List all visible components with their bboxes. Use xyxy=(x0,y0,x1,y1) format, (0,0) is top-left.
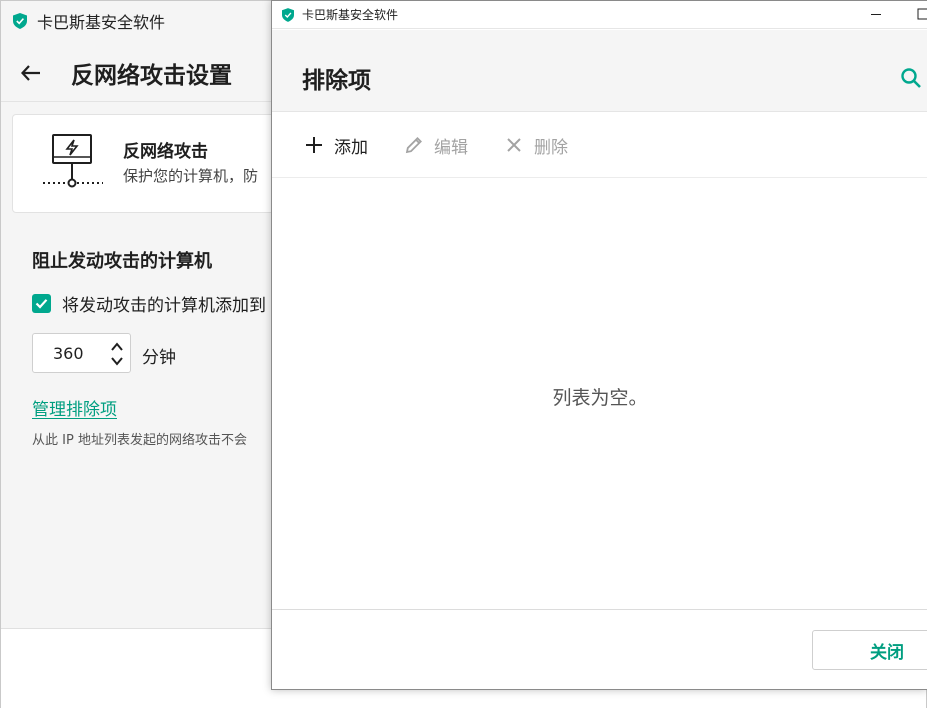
dialog-title: 排除项 xyxy=(302,68,371,94)
shield-check-icon xyxy=(282,7,294,22)
footer-divider xyxy=(272,609,927,610)
monitor-lightning-network-icon xyxy=(43,134,103,188)
dialog-titlebar: 卡巴斯基安全软件 xyxy=(272,1,927,29)
delete-button[interactable]: 删除 xyxy=(504,133,568,158)
checkbox-label: 将发动攻击的计算机添加到 xyxy=(62,296,266,316)
exclusion-note: 从此 IP 地址列表发起的网络攻击不会 xyxy=(32,433,247,448)
x-icon xyxy=(507,138,521,152)
manage-exclusions-link[interactable]: 管理排除项 xyxy=(32,395,117,420)
card-description: 保护您的计算机，防 xyxy=(123,167,259,185)
search-icon[interactable] xyxy=(900,67,922,89)
edit-button[interactable]: 编辑 xyxy=(404,133,468,158)
dialog-toolbar: 添加 编辑 删除 xyxy=(272,113,927,178)
checkmark-icon xyxy=(35,299,48,309)
pencil-icon xyxy=(405,137,422,154)
plus-icon xyxy=(306,137,322,153)
section-title: 阻止发动攻击的计算机 xyxy=(32,251,212,272)
arrow-left-icon[interactable] xyxy=(19,61,43,85)
shield-check-icon xyxy=(13,13,27,29)
delete-label: 删除 xyxy=(534,137,568,158)
chevron-up-down-icon[interactable] xyxy=(110,340,124,368)
maximize-icon[interactable] xyxy=(916,7,927,21)
dialog-window-title: 卡巴斯基安全软件 xyxy=(302,8,399,22)
block-attacker-checkbox[interactable] xyxy=(32,294,51,313)
stepper-value[interactable]: 360 xyxy=(53,344,84,363)
block-attacker-checkbox-row[interactable]: 将发动攻击的计算机添加到 xyxy=(32,291,266,316)
minutes-stepper[interactable]: 360 xyxy=(32,333,131,373)
add-button[interactable]: 添加 xyxy=(304,133,368,158)
empty-list-message: 列表为空。 xyxy=(552,387,648,409)
add-label: 添加 xyxy=(334,137,368,158)
card-title: 反网络攻击 xyxy=(123,142,208,162)
page-title: 反网络攻击设置 xyxy=(71,63,232,89)
edit-label: 编辑 xyxy=(434,137,468,158)
exclusions-dialog: 卡巴斯基安全软件 排除项 添加 编辑 删除 列表为空。 关闭 xyxy=(271,0,927,690)
stepper-unit: 分钟 xyxy=(142,348,176,368)
bg-app-title: 卡巴斯基安全软件 xyxy=(37,13,166,32)
dialog-header: 排除项 xyxy=(272,30,927,112)
minimize-icon[interactable] xyxy=(869,7,883,21)
close-button[interactable]: 关闭 xyxy=(812,630,927,670)
